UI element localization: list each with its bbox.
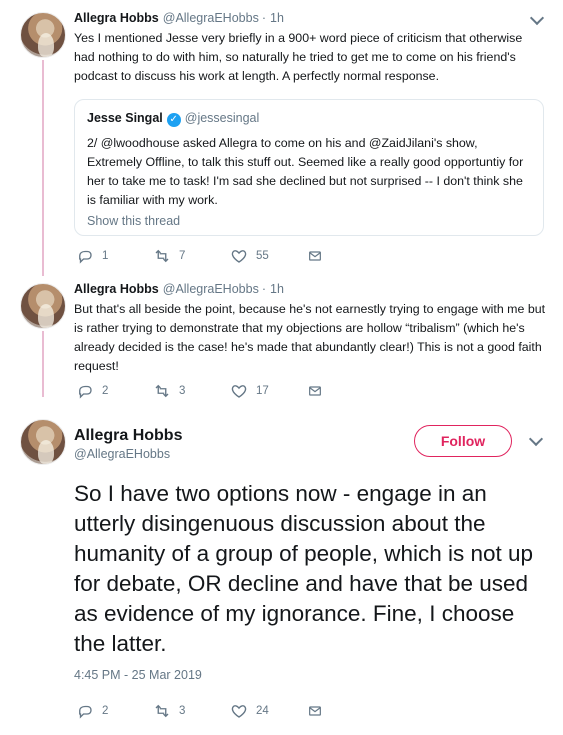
retweet-count: 3	[179, 705, 186, 717]
tweet-text: But that's all beside the point, because…	[74, 302, 546, 373]
like-button[interactable]: 17	[230, 382, 307, 400]
dm-icon	[309, 386, 321, 396]
like-count: 17	[256, 385, 269, 397]
reply-button[interactable]: 2	[76, 702, 153, 720]
tweet-timestamp[interactable]: 4:45 PM - 25 Mar 2019	[74, 668, 202, 682]
tweet-header: Allegra Hobbs @AllegraEHobbs · 1h	[74, 10, 546, 27]
main-tweet-text: So I have two options now - engage in an…	[74, 481, 534, 656]
retweet-icon	[155, 704, 169, 718]
reply-count: 1	[102, 250, 109, 262]
retweet-button[interactable]: 3	[153, 702, 230, 720]
reply-icon	[79, 385, 92, 399]
author-handle[interactable]: @AllegraEHobbs	[163, 10, 259, 27]
dm-icon	[309, 706, 321, 716]
reply-button[interactable]: 2	[76, 382, 153, 400]
tweet-text: Yes I mentioned Jesse very briefly in a …	[74, 31, 523, 83]
dm-button[interactable]	[307, 702, 331, 720]
reply-count: 2	[102, 705, 109, 717]
retweet-count: 3	[179, 385, 186, 397]
author-name[interactable]: Allegra Hobbs	[74, 10, 159, 27]
retweet-count: 7	[179, 250, 186, 262]
avatar[interactable]	[20, 419, 66, 465]
reply-count: 2	[102, 385, 109, 397]
tweet-1[interactable]: Allegra Hobbs @AllegraEHobbs · 1h Yes I …	[74, 10, 546, 86]
quoted-tweet[interactable]: Jesse Singal ✓ @jessesingal 2/ @lwoodhou…	[74, 99, 544, 236]
tweet-time[interactable]: 1h	[270, 281, 284, 298]
thread-line	[42, 60, 44, 276]
dm-button[interactable]	[307, 382, 331, 400]
like-icon	[231, 250, 247, 263]
quote-header: Jesse Singal ✓ @jessesingal	[87, 110, 531, 127]
dm-button[interactable]	[307, 247, 331, 265]
tweet-header: Allegra Hobbs @AllegraEHobbs · 1h	[74, 281, 546, 298]
dm-icon	[309, 251, 321, 261]
like-count: 55	[256, 250, 269, 262]
author-name[interactable]: Allegra Hobbs	[74, 281, 159, 298]
tweet-time[interactable]: 1h	[270, 10, 284, 27]
like-icon	[231, 705, 247, 718]
tweet-2[interactable]: Allegra Hobbs @AllegraEHobbs · 1h But th…	[74, 281, 546, 376]
author-handle[interactable]: @AllegraEHobbs	[163, 281, 259, 298]
separator-dot: ·	[261, 282, 266, 296]
retweet-icon	[155, 249, 169, 263]
follow-button[interactable]: Follow	[414, 425, 512, 457]
avatar[interactable]	[20, 283, 66, 329]
like-count: 24	[256, 705, 269, 717]
tweet-actions: 1 7 55	[76, 247, 331, 265]
tweet-actions: 2 3 17	[76, 382, 331, 400]
like-button[interactable]: 24	[230, 702, 307, 720]
tweet-actions: 2 3 24	[76, 702, 331, 720]
reply-button[interactable]: 1	[76, 247, 153, 265]
reply-icon	[79, 250, 92, 264]
show-thread-link[interactable]: Show this thread	[87, 214, 531, 228]
like-icon	[231, 385, 247, 398]
avatar[interactable]	[20, 12, 66, 58]
thread-line-2	[42, 331, 44, 397]
retweet-icon	[155, 384, 169, 398]
verified-icon: ✓	[166, 113, 181, 127]
quote-author-name: Jesse Singal	[87, 111, 163, 125]
reply-icon	[79, 705, 92, 719]
separator-dot: ·	[261, 11, 266, 25]
like-button[interactable]: 55	[230, 247, 307, 265]
quote-text: 2/ @lwoodhouse asked Allegra to come on …	[87, 136, 524, 207]
quote-author-handle: @jessesingal	[184, 111, 260, 125]
retweet-button[interactable]: 7	[153, 247, 230, 265]
retweet-button[interactable]: 3	[153, 382, 230, 400]
